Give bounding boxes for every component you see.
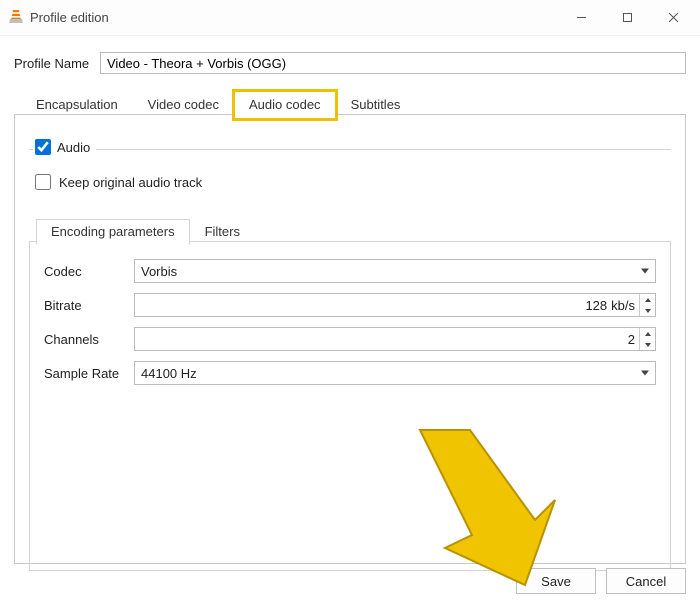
save-button[interactable]: Save	[516, 568, 596, 594]
keep-original-checkbox[interactable]	[35, 174, 51, 190]
channels-down-button[interactable]	[640, 339, 655, 350]
dialog-footer: Save Cancel	[516, 568, 686, 594]
bitrate-input[interactable]: 128 kb/s	[134, 293, 656, 317]
window-title: Profile edition	[30, 10, 558, 25]
close-button[interactable]	[650, 0, 696, 35]
samplerate-select[interactable]: 44100 Hz	[134, 361, 656, 385]
profile-tabs: Encapsulation Video codec Audio codec Su…	[14, 114, 686, 564]
chevron-down-icon	[641, 269, 649, 274]
codec-value: Vorbis	[141, 264, 177, 279]
tab-subtitles[interactable]: Subtitles	[336, 91, 416, 119]
maximize-button[interactable]	[604, 0, 650, 35]
audio-checkbox[interactable]	[35, 139, 51, 155]
tab-encoding-parameters[interactable]: Encoding parameters	[36, 219, 190, 245]
cancel-button[interactable]: Cancel	[606, 568, 686, 594]
tab-video-codec[interactable]: Video codec	[133, 91, 234, 119]
bitrate-label: Bitrate	[44, 298, 134, 313]
profile-name-label: Profile Name	[14, 56, 100, 71]
tab-audio-codec[interactable]: Audio codec	[234, 91, 336, 119]
tab-filters[interactable]: Filters	[190, 219, 255, 245]
keep-original-label: Keep original audio track	[59, 175, 202, 190]
channels-up-button[interactable]	[640, 328, 655, 339]
bitrate-unit: kb/s	[611, 298, 639, 313]
bitrate-value: 128	[135, 298, 611, 313]
channels-input[interactable]: 2	[134, 327, 656, 351]
samplerate-label: Sample Rate	[44, 366, 134, 381]
title-bar: Profile edition	[0, 0, 700, 36]
audio-fieldset: Audio Keep original audio track Encoding…	[29, 139, 671, 571]
codec-select[interactable]: Vorbis	[134, 259, 656, 283]
audio-inner-tabs: Encoding parameters Filters Codec Vorbis	[29, 241, 671, 571]
minimize-button[interactable]	[558, 0, 604, 35]
profile-name-row: Profile Name	[14, 52, 686, 74]
samplerate-value: 44100 Hz	[141, 366, 197, 381]
channels-label: Channels	[44, 332, 134, 347]
bitrate-down-button[interactable]	[640, 305, 655, 316]
bitrate-up-button[interactable]	[640, 294, 655, 305]
vlc-icon	[8, 8, 24, 27]
profile-name-input[interactable]	[100, 52, 686, 74]
tab-encapsulation[interactable]: Encapsulation	[21, 91, 133, 119]
channels-value: 2	[135, 332, 639, 347]
codec-label: Codec	[44, 264, 134, 279]
chevron-down-icon	[641, 371, 649, 376]
audio-label: Audio	[57, 140, 90, 155]
